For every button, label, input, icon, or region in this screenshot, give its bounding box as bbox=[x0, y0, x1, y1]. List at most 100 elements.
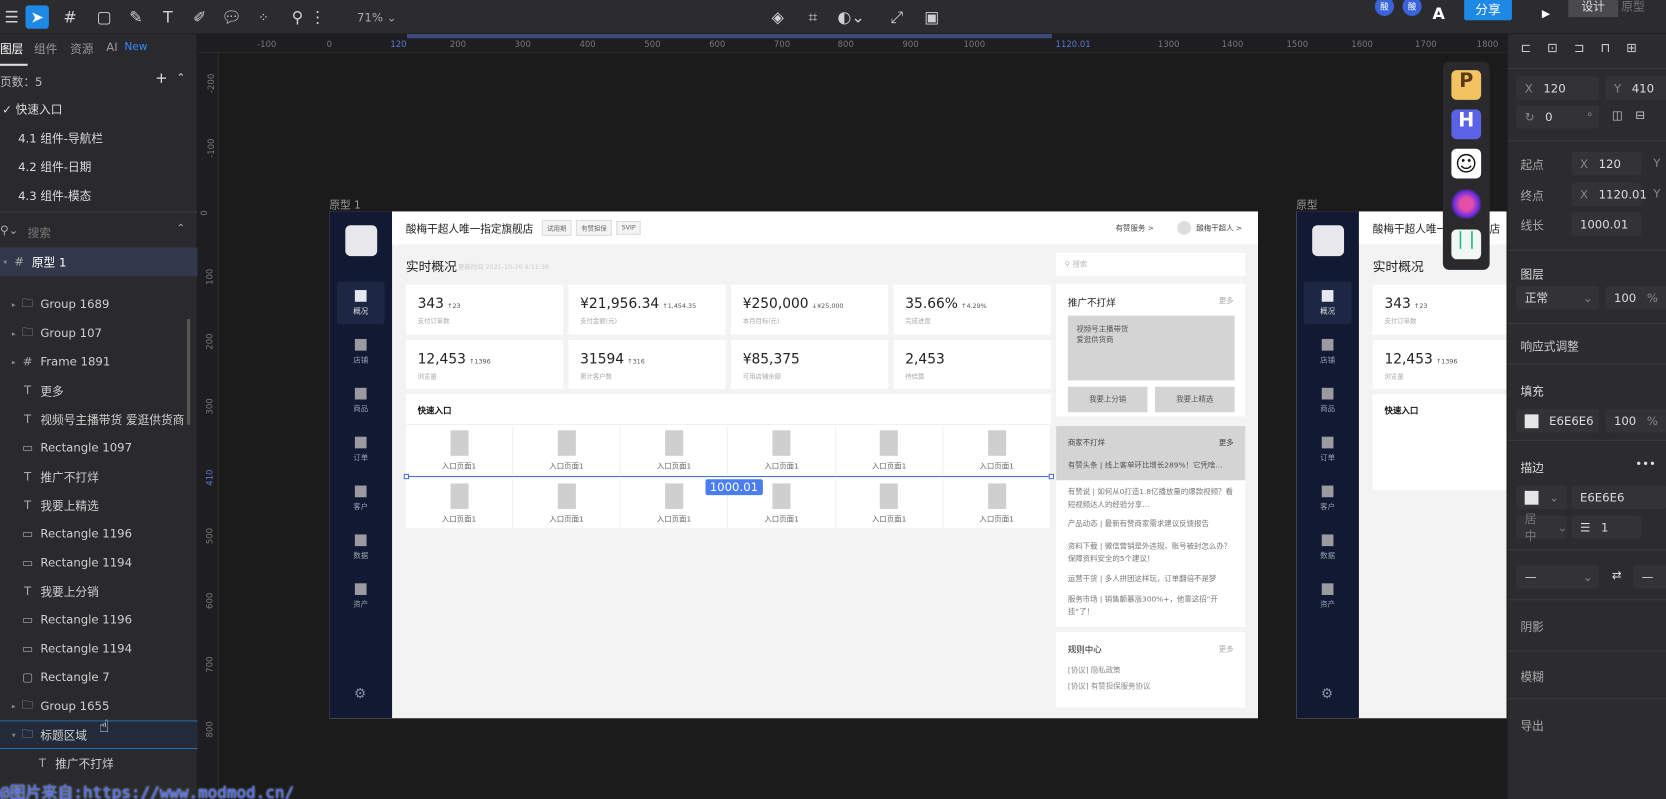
settings-icon[interactable]: ⚙ bbox=[1321, 686, 1333, 702]
layer-item[interactable]: ▭ Rectangle 1097 bbox=[0, 434, 198, 463]
add-page-icon[interactable]: + bbox=[155, 70, 167, 87]
line-handle-start[interactable] bbox=[403, 473, 410, 480]
plugin-orbit-icon[interactable] bbox=[1451, 189, 1482, 219]
caret-icon[interactable]: ▸ bbox=[9, 300, 20, 309]
comment-tool-icon[interactable]: 💬︎ bbox=[221, 0, 242, 34]
crop-icon[interactable]: ⌗ bbox=[802, 0, 823, 34]
pencil-tool-icon[interactable]: ✐ bbox=[189, 0, 210, 34]
news-item[interactable]: 产品动态 | 最新有赞商家需求建议反馈报告 bbox=[1068, 517, 1238, 530]
line-end-select[interactable]: — bbox=[1633, 565, 1666, 589]
nav-item[interactable]: 店铺 bbox=[337, 330, 385, 373]
page-item[interactable]: 4.1 组件-导航栏 bbox=[18, 130, 103, 147]
export-section[interactable]: 导出 bbox=[1520, 717, 1543, 734]
menu-icon[interactable]: ☰ bbox=[2, 0, 21, 34]
frame-label[interactable]: 原型 1 bbox=[329, 196, 360, 212]
fill-swatch[interactable] bbox=[1524, 413, 1539, 428]
nav-item[interactable]: 商品 bbox=[337, 379, 385, 422]
news-item[interactable]: 服务市场 | 销售额暴涨300%+，他靠这招“开挂”了！ bbox=[1068, 593, 1238, 619]
nav-item[interactable]: 店铺 bbox=[1304, 330, 1352, 373]
layer-item[interactable]: ▸ 🗀︎ Group 107 bbox=[0, 319, 198, 348]
layer-opacity-field[interactable]: 100% bbox=[1605, 285, 1666, 310]
nav-item[interactable]: 客户 bbox=[337, 477, 385, 520]
plugin-smiley-icon[interactable]: ☺ bbox=[1451, 148, 1482, 179]
caret-icon[interactable]: ▾ bbox=[9, 730, 20, 739]
frame-label[interactable]: 原型 bbox=[1296, 196, 1317, 212]
plugin-h-icon[interactable]: H bbox=[1451, 109, 1482, 140]
artboard-prototype-2[interactable]: 概况 店铺 商品 订单 客户 数据 资产 ⚙ 酸梅干超人唯一指定旗舰店 实时概况 343 ↑2… bbox=[1296, 211, 1507, 719]
line-handle-end[interactable] bbox=[1048, 473, 1054, 480]
more-icon[interactable]: ⋮ bbox=[310, 0, 326, 34]
nav-item[interactable]: 资产 bbox=[1304, 575, 1352, 618]
page-item[interactable]: 4.2 组件-日期 bbox=[18, 158, 91, 175]
more-link[interactable]: 更多 bbox=[1219, 295, 1234, 306]
entry-item[interactable]: 入口页面1 bbox=[728, 426, 836, 475]
layer-item[interactable]: ▭ Rectangle 1194 bbox=[0, 634, 198, 663]
more-link[interactable]: 更多 bbox=[1219, 644, 1234, 655]
stroke-color-field[interactable]: E6E6E6 bbox=[1571, 485, 1666, 509]
layer-item[interactable]: T 视频号主播带货 爱逛供货商 bbox=[0, 405, 198, 434]
nav-item[interactable]: 商品 bbox=[1304, 379, 1352, 422]
fill-opacity-field[interactable]: 100% bbox=[1605, 409, 1666, 433]
entry-item[interactable]: 入口页面1 bbox=[513, 479, 621, 529]
text-tool-icon[interactable]: T bbox=[157, 0, 178, 34]
layer-item[interactable]: T 我要上分销 bbox=[0, 577, 198, 606]
flip-horizontal-icon[interactable]: ◫ bbox=[1612, 108, 1623, 122]
move-tool-icon[interactable]: ➤ bbox=[25, 5, 49, 29]
align-left-icon[interactable]: ⊏ bbox=[1520, 40, 1531, 55]
collapse-pages-icon[interactable]: ⌃ bbox=[176, 72, 185, 84]
layer-search-input[interactable]: 搜索 bbox=[28, 224, 51, 241]
news-item[interactable]: 有赞说 | 如何从0打造1.8亿播放量的爆款视频？看短视频达人的经验分享… bbox=[1068, 486, 1238, 512]
rule-link[interactable]: [协议] 隐私政策 bbox=[1068, 664, 1238, 677]
nav-item[interactable]: 数据 bbox=[1304, 526, 1352, 569]
share-button[interactable]: 分享 bbox=[1464, 0, 1512, 21]
entry-item[interactable]: 入口页面1 bbox=[621, 426, 729, 475]
entry-item[interactable]: 入口页面1 bbox=[406, 479, 514, 529]
avatar[interactable] bbox=[1177, 221, 1192, 235]
entry-item[interactable]: 入口页面1 bbox=[944, 479, 1051, 529]
caret-icon[interactable]: ▸ bbox=[9, 358, 20, 367]
caret-icon[interactable]: ▸ bbox=[9, 702, 20, 711]
scrollbar[interactable] bbox=[187, 318, 191, 425]
entry-item[interactable]: 入口页面1 bbox=[944, 426, 1051, 475]
more-options-icon[interactable]: ••• bbox=[1635, 457, 1656, 471]
avatar[interactable]: 酸 bbox=[1374, 0, 1394, 16]
frame-tool-icon[interactable]: # bbox=[60, 0, 81, 34]
font-missing-icon[interactable]: A bbox=[1430, 0, 1447, 31]
end-x-field[interactable]: X 1120.01 bbox=[1571, 182, 1647, 207]
rectangle-tool-icon[interactable]: ▢ bbox=[94, 0, 115, 34]
components-tool-icon[interactable]: ⁘ bbox=[253, 0, 274, 34]
distribution-button[interactable]: 我要上分销 bbox=[1067, 386, 1148, 413]
caret-icon[interactable]: ▸ bbox=[9, 329, 20, 338]
play-icon[interactable]: ▶ bbox=[1539, 0, 1554, 31]
avatar[interactable]: 酸 bbox=[1402, 0, 1422, 16]
entry-item[interactable]: 入口页面1 bbox=[406, 426, 514, 475]
pen-tool-icon[interactable]: ✎ bbox=[125, 0, 146, 34]
align-middle-icon[interactable]: ⊞ bbox=[1626, 40, 1637, 55]
nav-item[interactable]: 客户 bbox=[1304, 477, 1352, 520]
collapse-all-icon[interactable]: ⌃ bbox=[176, 223, 185, 235]
news-item[interactable]: 资料下载 | 微信营销是外违规，账号被封怎么办？保障资料安全的5个建议！ bbox=[1068, 540, 1238, 566]
tab-components[interactable]: 组件 bbox=[34, 40, 57, 57]
shadow-section[interactable]: 阴影 bbox=[1520, 618, 1543, 635]
resize-icon[interactable]: ⤢ bbox=[886, 0, 907, 34]
layer-item[interactable]: ▭ Rectangle 1196 bbox=[0, 606, 198, 635]
layer-root-frame[interactable]: ▾ # 原型 1 bbox=[0, 247, 198, 277]
stroke-width-field[interactable]: ☰ 1 bbox=[1571, 515, 1642, 539]
blur-section[interactable]: 模糊 bbox=[1520, 668, 1543, 685]
rule-link[interactable]: [协议] 有赞担保服务协议 bbox=[1068, 680, 1238, 693]
layer-item[interactable]: T 我要上精选 bbox=[0, 491, 198, 520]
caret-icon[interactable]: ▾ bbox=[0, 258, 11, 267]
stroke-swatch-select[interactable]: ⌄ bbox=[1516, 485, 1568, 509]
news-item[interactable]: 有赞头条 | 线上客单环比增长289%！它凭啥… bbox=[1068, 459, 1238, 472]
fill-color-field[interactable]: E6E6E6 bbox=[1516, 409, 1600, 433]
entry-item[interactable]: 入口页面1 bbox=[836, 479, 944, 529]
user-menu[interactable]: 酸梅干超人 > bbox=[1196, 223, 1242, 234]
layer-item[interactable]: T 推广不打烊 bbox=[0, 749, 198, 778]
settings-icon[interactable]: ⚙ bbox=[354, 686, 366, 702]
blend-mode-select[interactable]: 正常 ⌄ bbox=[1516, 285, 1600, 310]
component-icon[interactable]: ◈ bbox=[767, 0, 788, 34]
page-item[interactable]: ✓ 快速入口 bbox=[2, 101, 62, 118]
search-icon[interactable]: ⚲⌄ bbox=[0, 223, 18, 237]
responsive-section[interactable]: 响应式调整 bbox=[1520, 338, 1578, 355]
plugin-p-icon[interactable]: P bbox=[1451, 70, 1482, 100]
